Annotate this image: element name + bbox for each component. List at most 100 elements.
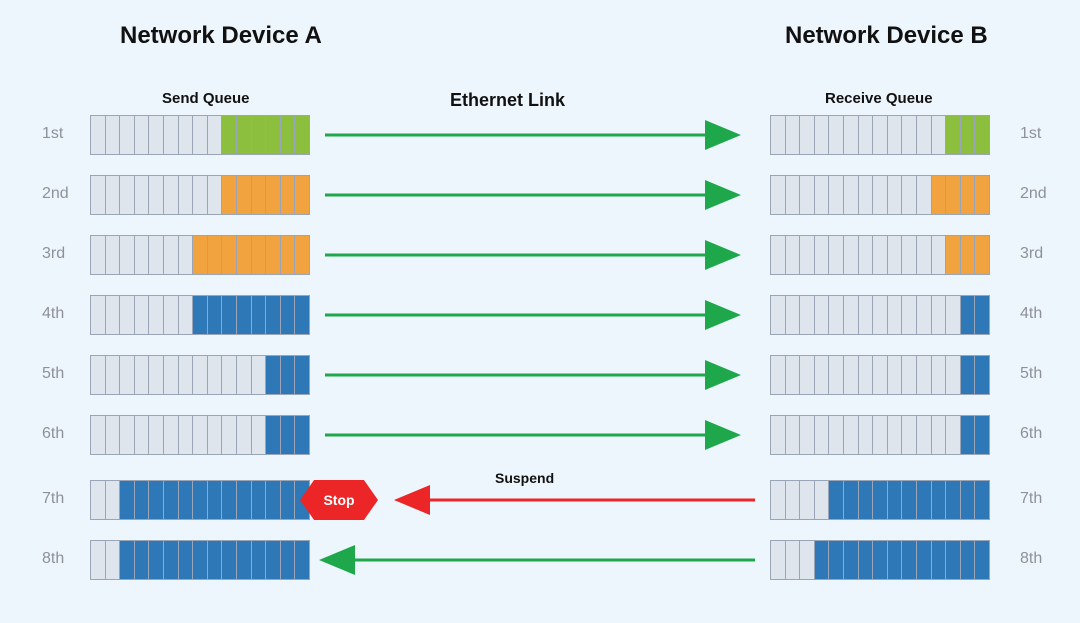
queue-cell bbox=[208, 116, 223, 154]
queue-cell bbox=[252, 416, 267, 454]
queue-cell bbox=[829, 416, 844, 454]
queue-cell bbox=[208, 176, 223, 214]
queue-cell bbox=[946, 541, 961, 579]
queue-cell bbox=[237, 541, 252, 579]
send-queue bbox=[90, 355, 310, 395]
queue-cell bbox=[902, 481, 917, 519]
queue-cell bbox=[222, 356, 237, 394]
queue-cell bbox=[91, 236, 106, 274]
queue-cell bbox=[932, 236, 947, 274]
send-queue bbox=[90, 175, 310, 215]
queue-cell bbox=[120, 176, 135, 214]
queue-cell bbox=[888, 176, 903, 214]
queue-cell bbox=[902, 236, 917, 274]
queue-cell bbox=[859, 541, 874, 579]
queue-cell bbox=[946, 416, 961, 454]
send-queue bbox=[90, 115, 310, 155]
receive-queue bbox=[770, 115, 990, 155]
stop-sign: Stop bbox=[300, 480, 378, 520]
queue-cell bbox=[222, 416, 237, 454]
queue-cell bbox=[771, 481, 786, 519]
queue-cell bbox=[888, 416, 903, 454]
queue-cell bbox=[932, 176, 947, 214]
queue-cell bbox=[179, 541, 194, 579]
queue-cell bbox=[295, 356, 309, 394]
queue-cell bbox=[193, 236, 208, 274]
queue-cell bbox=[193, 416, 208, 454]
ordinal-right: 4th bbox=[1020, 305, 1042, 323]
queue-cell bbox=[120, 236, 135, 274]
ordinal-left: 1st bbox=[42, 125, 63, 143]
queue-cell bbox=[771, 176, 786, 214]
ordinal-left: 3rd bbox=[42, 245, 65, 263]
queue-cell bbox=[844, 176, 859, 214]
queue-cell bbox=[135, 296, 150, 334]
queue-cell bbox=[917, 116, 932, 154]
queue-cell bbox=[252, 176, 267, 214]
queue-cell bbox=[888, 296, 903, 334]
ordinal-right: 2nd bbox=[1020, 185, 1047, 203]
queue-cell bbox=[800, 481, 815, 519]
queue-cell bbox=[975, 541, 989, 579]
queue-cell bbox=[237, 236, 252, 274]
queue-cell bbox=[106, 176, 121, 214]
queue-cell bbox=[266, 481, 281, 519]
queue-cell bbox=[164, 481, 179, 519]
queue-cell bbox=[859, 356, 874, 394]
queue-cell bbox=[844, 481, 859, 519]
send-queue bbox=[90, 235, 310, 275]
queue-cell bbox=[164, 236, 179, 274]
queue-cell bbox=[281, 541, 296, 579]
queue-cell bbox=[149, 296, 164, 334]
queue-cell bbox=[961, 416, 976, 454]
queue-cell bbox=[106, 116, 121, 154]
queue-cell bbox=[295, 176, 309, 214]
queue-cell bbox=[193, 176, 208, 214]
queue-cell bbox=[975, 481, 989, 519]
queue-cell bbox=[237, 176, 252, 214]
ordinal-right: 3rd bbox=[1020, 245, 1043, 263]
queue-cell bbox=[208, 296, 223, 334]
queue-cell bbox=[800, 416, 815, 454]
queue-cell bbox=[786, 356, 801, 394]
queue-cell bbox=[252, 236, 267, 274]
queue-cell bbox=[208, 481, 223, 519]
queue-cell bbox=[252, 116, 267, 154]
device-a-title: Network Device A bbox=[120, 22, 322, 50]
ordinal-right: 7th bbox=[1020, 490, 1042, 508]
queue-cell bbox=[961, 296, 976, 334]
queue-cell bbox=[120, 296, 135, 334]
queue-cell bbox=[120, 416, 135, 454]
queue-cell bbox=[193, 356, 208, 394]
queue-cell bbox=[252, 541, 267, 579]
queue-cell bbox=[771, 236, 786, 274]
queue-cell bbox=[222, 116, 237, 154]
receive-queue bbox=[770, 355, 990, 395]
queue-cell bbox=[91, 541, 106, 579]
queue-cell bbox=[106, 541, 121, 579]
queue-cell bbox=[771, 541, 786, 579]
queue-cell bbox=[829, 296, 844, 334]
queue-cell bbox=[266, 236, 281, 274]
diagram-canvas: Network Device A Network Device B Send Q… bbox=[0, 0, 1080, 623]
queue-cell bbox=[193, 296, 208, 334]
queue-cell bbox=[815, 296, 830, 334]
send-queue bbox=[90, 295, 310, 335]
queue-row: 7th7thStopSuspend bbox=[0, 480, 1080, 520]
queue-cell bbox=[859, 236, 874, 274]
queue-cell bbox=[106, 416, 121, 454]
queue-cell bbox=[179, 416, 194, 454]
queue-cell bbox=[873, 296, 888, 334]
queue-cell bbox=[902, 541, 917, 579]
queue-cell bbox=[829, 541, 844, 579]
queue-cell bbox=[815, 176, 830, 214]
queue-cell bbox=[917, 296, 932, 334]
queue-cell bbox=[149, 176, 164, 214]
queue-cell bbox=[961, 481, 976, 519]
queue-cell bbox=[873, 176, 888, 214]
queue-cell bbox=[873, 356, 888, 394]
queue-cell bbox=[237, 481, 252, 519]
queue-cell bbox=[815, 541, 830, 579]
queue-cell bbox=[135, 481, 150, 519]
queue-cell bbox=[179, 176, 194, 214]
